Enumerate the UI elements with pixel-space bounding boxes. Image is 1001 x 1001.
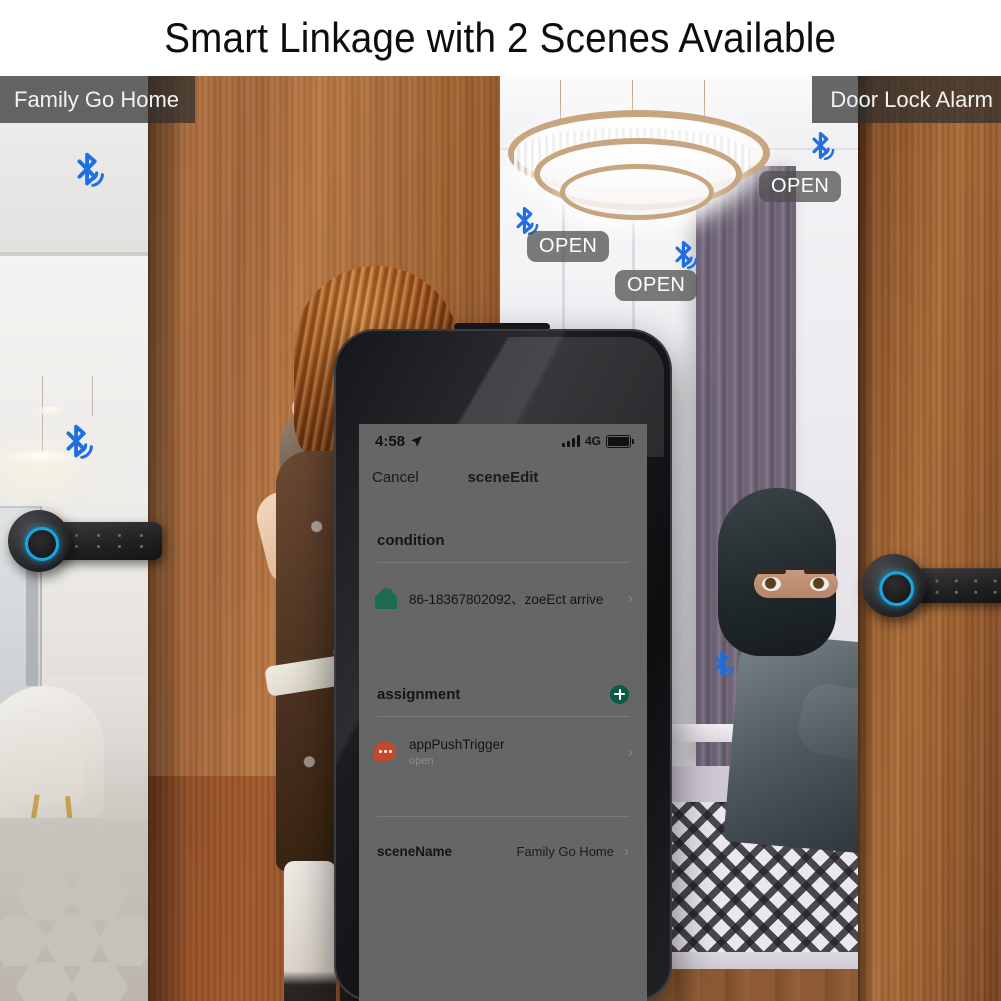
lamp-cord [92, 376, 93, 416]
section-header-assignment: assignment [359, 674, 647, 714]
page-title-bar: Smart Linkage with 2 Scenes Available [0, 0, 1001, 76]
burglar-eyebrow [804, 569, 834, 574]
home-arrive-icon [373, 585, 399, 611]
scene-label-family-go-home: Family Go Home [0, 76, 196, 123]
wooden-door-right [858, 76, 1001, 1001]
hallway-floor [0, 818, 156, 1001]
armchair [0, 686, 104, 826]
scene-label-text: Family Go Home [14, 86, 180, 112]
floor-tile [16, 870, 74, 920]
smartphone-mockup: 4:58 4G Cancel sceneEdit condition 86-18… [334, 323, 672, 1001]
pendant-lamp-small [36, 406, 66, 415]
chevron-right-icon: › [628, 743, 633, 761]
floor-tile [70, 870, 128, 920]
assignment-sublabel: open [409, 755, 434, 767]
battery-full-icon [606, 434, 634, 448]
location-arrow-icon [411, 435, 422, 447]
assignment-label: appPushTrigger [409, 737, 505, 752]
assignment-row[interactable]: appPushTrigger open › [359, 726, 647, 778]
scene-name-row[interactable]: sceneName Family Go Home › [359, 828, 647, 874]
bluetooth-signal-icon [803, 128, 841, 166]
burglar-balaclava [718, 488, 838, 656]
armchair-seat [0, 708, 84, 804]
bluetooth-signal-icon [55, 420, 101, 466]
burglar-eyebrow [756, 569, 786, 574]
lock-plate [862, 554, 926, 618]
condition-row[interactable]: 86-18367802092、zoeEct arrive › [359, 574, 647, 622]
chandelier-ring-inner [560, 164, 714, 220]
open-status-badge: OPEN [759, 171, 842, 202]
open-status-badge: OPEN [527, 231, 610, 262]
scene-name-value: Family Go Home [516, 843, 614, 859]
door-edge-shadow [858, 76, 874, 1001]
floor-tile [0, 824, 48, 874]
cellular-bars-icon [561, 435, 580, 447]
scene-label-text: Door Lock Alarm [830, 86, 993, 112]
chat-bubble-icon [373, 739, 399, 765]
burglar-eye [762, 577, 781, 591]
floor-tile [70, 962, 128, 1001]
walking-person-glyph [384, 589, 395, 607]
divider [377, 816, 629, 817]
lock-plate [8, 510, 70, 572]
scene-label-door-lock-alarm: Door Lock Alarm [812, 76, 1001, 123]
chevron-right-icon: › [628, 589, 633, 607]
status-time: 4:58 [375, 432, 406, 450]
chandelier-cord [704, 80, 705, 120]
floor-tile [16, 962, 74, 1001]
floor-tile [44, 916, 102, 966]
section-title-condition: condition [377, 531, 445, 549]
floor-tile [0, 916, 48, 966]
chandelier-cord [560, 80, 561, 120]
lock-keypad [927, 575, 1001, 597]
section-header-condition: condition [359, 520, 647, 560]
bluetooth-signal-icon [706, 648, 740, 682]
open-status-badge: OPEN [615, 270, 698, 301]
floor-tile [44, 824, 102, 874]
network-type: 4G [584, 434, 601, 448]
page-title: Smart Linkage with 2 Scenes Available [164, 14, 837, 61]
fingerprint-ring-icon [879, 571, 915, 607]
status-bar: 4:58 4G [359, 424, 647, 458]
woman-leg-left [284, 861, 336, 1001]
section-title-assignment: assignment [377, 685, 461, 703]
condition-label: 86-18367802092、zoeEct arrive [409, 592, 604, 607]
plus-circle-icon[interactable] [610, 684, 629, 704]
lock-keypad [66, 530, 152, 552]
divider [377, 562, 629, 563]
fingerprint-ring-icon [25, 527, 59, 561]
burglar-eye [810, 577, 829, 591]
chevron-right-icon: › [624, 842, 629, 860]
chandelier [508, 80, 770, 240]
nav-bar: Cancel sceneEdit [359, 458, 647, 496]
phone-screen: 4:58 4G Cancel sceneEdit condition 86-18… [359, 424, 647, 1001]
divider [377, 716, 629, 717]
poster-root: Smart Linkage with 2 Scenes Available Fa… [0, 0, 1001, 1001]
page-title-screen: sceneEdit [467, 468, 539, 486]
scene-name-label: sceneName [377, 843, 453, 859]
burglar-eye-opening [754, 569, 838, 598]
bluetooth-signal-icon [66, 148, 112, 194]
